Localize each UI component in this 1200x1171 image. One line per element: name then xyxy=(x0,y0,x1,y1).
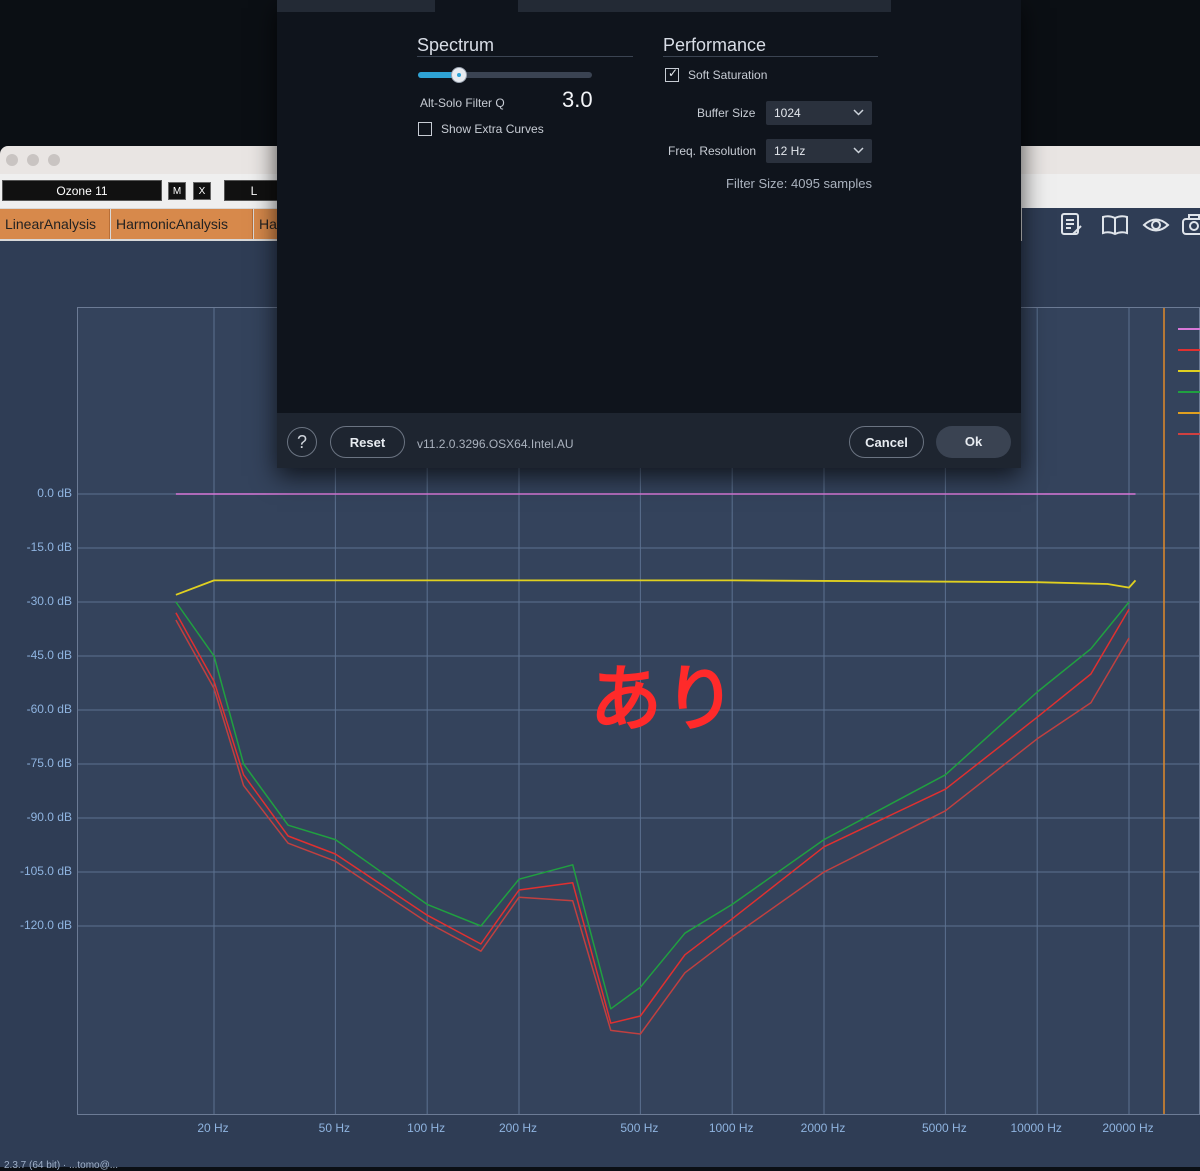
db-axis-label: 0.0 dB xyxy=(37,486,72,500)
hz-axis-label: 100 Hz xyxy=(407,1121,446,1135)
filter-q-label: Alt-Solo Filter Q xyxy=(420,96,505,110)
hz-axis-label: 200 Hz xyxy=(498,1121,538,1135)
hz-axis-label: 20 Hz xyxy=(197,1121,229,1135)
legend-swatch[interactable] xyxy=(1178,328,1200,330)
close-plugin-button[interactable]: X xyxy=(193,182,211,200)
buffer-size-label: Buffer Size xyxy=(697,106,756,120)
show-extra-curves-label: Show Extra Curves xyxy=(441,122,544,136)
top-tab-right[interactable] xyxy=(518,0,891,12)
db-axis-label: -60.0 dB xyxy=(26,702,72,716)
eye-icon[interactable] xyxy=(1141,212,1171,238)
db-axis-label: -90.0 dB xyxy=(26,810,72,824)
camera-icon[interactable] xyxy=(1180,212,1200,238)
tab-harmonic-analysis[interactable]: HarmonicAnalysis xyxy=(111,209,253,239)
version-text: v11.2.0.3296.OSX64.Intel.AU xyxy=(417,437,574,451)
db-axis-label: -30.0 dB xyxy=(26,594,72,608)
series-line-1 xyxy=(175,579,1137,596)
performance-divider xyxy=(663,56,878,57)
help-button[interactable]: ? xyxy=(287,427,317,457)
book-icon[interactable] xyxy=(1100,212,1130,238)
cancel-button[interactable]: Cancel xyxy=(849,426,924,458)
soft-saturation-checkbox[interactable]: ✓ xyxy=(665,66,679,82)
legend-swatch[interactable] xyxy=(1178,391,1200,393)
db-axis-label: -45.0 dB xyxy=(26,648,72,662)
hz-axis-label: 1000 Hz xyxy=(708,1121,754,1135)
db-axis-label: -120.0 dB xyxy=(19,918,72,932)
preset-b-box[interactable]: L xyxy=(224,180,284,201)
spectrum-divider xyxy=(417,56,633,57)
filter-size-text: Filter Size: 4095 samples xyxy=(726,176,872,191)
soft-saturation-label: Soft Saturation xyxy=(688,68,768,82)
legend-swatch[interactable] xyxy=(1178,349,1200,351)
buffer-size-select[interactable]: 1024 xyxy=(766,101,872,125)
notes-icon[interactable] xyxy=(1058,212,1084,238)
reset-button[interactable]: Reset xyxy=(330,426,405,458)
close-window-button[interactable] xyxy=(6,154,18,166)
legend-swatch[interactable] xyxy=(1178,433,1200,435)
legend-swatch[interactable] xyxy=(1178,412,1200,414)
tab-linear-analysis[interactable]: LinearAnalysis xyxy=(0,209,110,239)
db-axis-label: -15.0 dB xyxy=(26,540,72,554)
preferences-dialog: Spectrum Alt-Solo Filter Q 3.0 Show Extr… xyxy=(277,0,1021,468)
plugin-preset-box[interactable]: Ozone 11 xyxy=(2,180,162,201)
show-extra-curves-checkbox[interactable] xyxy=(418,122,432,136)
filter-q-value: 3.0 xyxy=(562,87,593,112)
slider-knob-dot xyxy=(457,73,461,77)
db-axis-label: -75.0 dB xyxy=(26,756,72,770)
mute-button[interactable]: M xyxy=(168,182,186,200)
filter-q-slider-knob[interactable] xyxy=(451,67,467,83)
db-axis-label: -105.0 dB xyxy=(19,864,72,878)
check-icon: ✓ xyxy=(668,66,679,80)
chevron-down-icon xyxy=(853,139,864,172)
freq-resolution-value: 12 Hz xyxy=(774,144,806,158)
spectrum-section-title: Spectrum xyxy=(417,35,495,55)
hz-axis-label: 50 Hz xyxy=(318,1121,351,1135)
freq-resolution-label: Freq. Resolution xyxy=(668,144,757,158)
minimize-window-button[interactable] xyxy=(27,154,39,166)
hz-axis-label: 500 Hz xyxy=(620,1121,659,1135)
top-tab-left[interactable] xyxy=(277,0,435,12)
hz-axis-label: 20000 Hz xyxy=(1102,1121,1154,1135)
dialog-footer: ? Reset v11.2.0.3296.OSX64.Intel.AU Canc… xyxy=(277,413,1021,468)
performance-section-title: Performance xyxy=(663,35,767,55)
hz-axis-label: 2000 Hz xyxy=(800,1121,846,1135)
overlay-annotation-text: あり xyxy=(590,657,739,741)
ok-button[interactable]: Ok xyxy=(936,426,1011,458)
status-line: 2.3.7 (64 bit) · ...tomo@... xyxy=(4,1160,119,1171)
freq-resolution-select[interactable]: 12 Hz xyxy=(766,139,872,163)
chevron-down-icon xyxy=(853,101,864,134)
zoom-window-button[interactable] xyxy=(48,154,60,166)
hz-axis-label: 5000 Hz xyxy=(922,1121,967,1135)
buffer-size-value: 1024 xyxy=(774,106,801,120)
legend-swatch[interactable] xyxy=(1178,370,1200,372)
hz-axis-label: 10000 Hz xyxy=(1010,1121,1062,1135)
